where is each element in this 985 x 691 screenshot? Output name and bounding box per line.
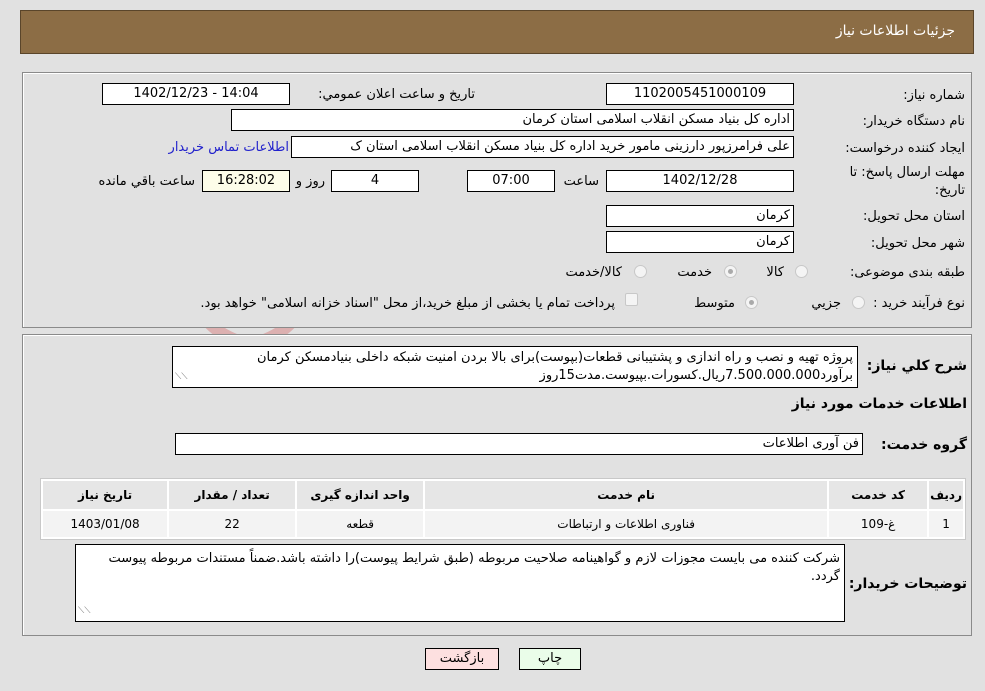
creator-label: ايجاد كننده درخواست: [845,141,965,156]
announce-date-label: تاريخ و ساعت اعلان عمومي: [318,87,475,102]
cell-need-date: 1403/01/08 [43,511,168,537]
description-textarea[interactable]: پروژه تهیه و نصب و راه اندازی و پشتیبانی… [172,346,858,388]
deadline-time-label: ساعت [563,174,599,189]
description-label: شرح كلي نياز: [866,358,967,374]
city-label: شهر محل تحويل: [870,236,965,251]
deadline-date-field: 1402/12/28 [606,170,794,192]
province-label: استان محل تحويل: [863,209,965,224]
category-radio-goods[interactable] [795,265,808,278]
category-option-goods-service: كالا/خدمت [565,265,622,280]
deadline-label: مهلت ارسال پاسخ: تا تاريخ: [849,165,965,198]
cell-row-number: 1 [929,511,963,537]
back-button[interactable]: بازگشت [425,648,499,670]
need-number-label: شماره نياز: [903,88,965,103]
col-service-name: نام خدمت [425,481,828,509]
process-option-minor: جزيي [811,296,841,311]
services-table: رديف كد خدمت نام خدمت واحد اندازه گيری ت… [40,478,966,540]
need-number-field: 1102005451000109 [606,83,794,105]
col-unit: واحد اندازه گيری [297,481,424,509]
service-group-field: فن آوری اطلاعات [175,433,863,455]
remaining-time-field: 16:28:02 [202,170,290,192]
resize-grip-icon[interactable]: ⟋⟋ [175,368,188,386]
print-button[interactable]: چاپ [519,648,581,670]
cell-service-code: غ-109 [829,511,928,537]
col-quantity: تعداد / مقدار [169,481,296,509]
page-header: جزئيات اطلاعات نياز [20,10,974,54]
services-section-title: اطلاعات خدمات مورد نياز [791,396,967,412]
city-field: كرمان [606,231,794,253]
announce-date-field: 1402/12/23 - 14:04 [102,83,290,105]
category-radio-goods-service[interactable] [634,265,647,278]
cell-service-name: فناوری اطلاعات و ارتباطات [425,511,828,537]
days-label: روز و [295,174,325,189]
category-option-goods: كالا [766,265,784,280]
category-option-service: خدمت [677,265,712,280]
col-service-code: كد خدمت [829,481,928,509]
buyer-org-field: اداره كل بنياد مسكن انقلاب اسلامی استان … [231,109,794,131]
service-group-label: گروه خدمت: [881,437,967,453]
category-label: طبقه بندی موضوعی: [849,265,965,280]
col-need-date: تاريخ نياز [43,481,168,509]
buyer-org-label: نام دستگاه خريدار: [862,114,965,129]
buyer-notes-text: شرکت کننده می بایست مجوزات لازم و گواهین… [108,551,840,584]
treasury-payment-checkbox[interactable] [625,293,638,306]
description-text: پروژه تهیه و نصب و راه اندازی و پشتیبانی… [256,350,853,383]
process-radio-medium[interactable] [745,296,758,309]
process-radio-minor[interactable] [852,296,865,309]
process-label: نوع فرآيند خريد : [873,296,965,311]
resize-grip-icon[interactable]: ⟋⟋ [78,602,91,620]
category-radio-service[interactable] [724,265,737,278]
province-field: كرمان [606,205,794,227]
payment-note: پرداخت تمام يا بخشی از مبلغ خريد،از محل … [200,296,615,311]
buyer-notes-label: توضيحات خريدار: [848,576,967,592]
buyer-notes-textarea[interactable]: شرکت کننده می بایست مجوزات لازم و گواهین… [75,544,845,622]
remaining-days-field: 4 [331,170,419,192]
buyer-contact-link[interactable]: اطلاعات تماس خريدار [169,140,289,155]
table-header-row: رديف كد خدمت نام خدمت واحد اندازه گيری ت… [43,481,963,509]
remaining-label: ساعت باقي مانده [98,174,195,189]
process-option-medium: متوسط [694,296,735,311]
creator-field: علی فرامرزپور دارزینی مامور خرید اداره ک… [291,136,794,158]
page-title: جزئيات اطلاعات نياز [835,23,955,39]
deadline-time-field: 07:00 [467,170,555,192]
col-row-number: رديف [929,481,963,509]
cell-quantity: 22 [169,511,296,537]
cell-unit: قطعه [297,511,424,537]
table-row: 1 غ-109 فناوری اطلاعات و ارتباطات قطعه 2… [43,511,963,537]
